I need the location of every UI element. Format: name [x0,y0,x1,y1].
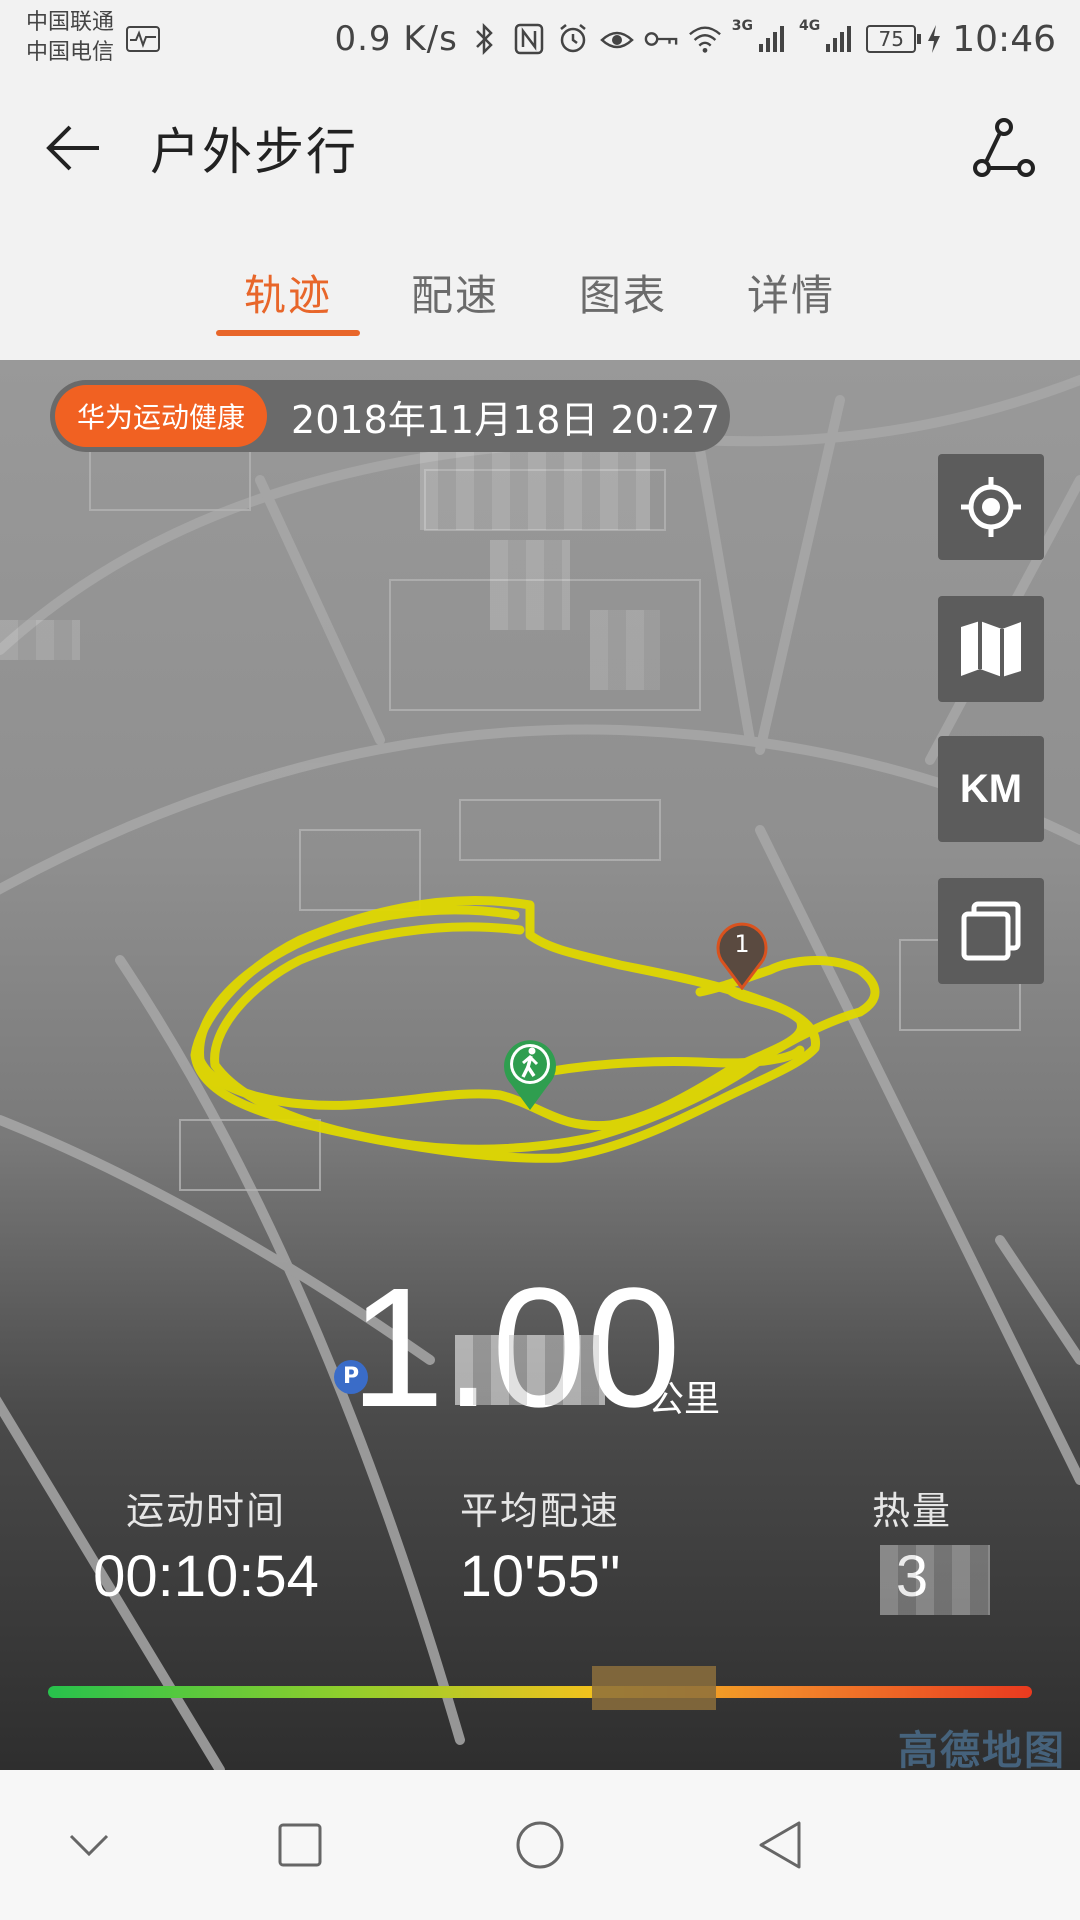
carrier-info: 中国联通 中国电信 [26,8,114,68]
unit-toggle-button[interactable]: KM [938,736,1044,842]
hide-nav-button[interactable] [54,1810,124,1880]
walking-track [190,896,880,1163]
signal-2-label: 4G [799,18,821,34]
redacted-area [0,620,80,660]
carrier-1: 中国联通 [26,10,115,35]
source-badge: 华为运动健康 [55,385,268,447]
tab-details[interactable]: 详情 [706,262,876,323]
parking-icon: P [334,1360,368,1394]
stat-avg-pace: 平均配速 10'55" [380,1480,700,1610]
route-icon [973,118,1035,177]
stat-label: 运动时间 [125,1489,286,1533]
record-source-pill: 华为运动健康 2018年11月18日 20:27 [50,380,730,452]
system-nav-bar [0,1770,1080,1920]
activity-monitor-icon [126,26,160,52]
active-tab-indicator [216,330,360,336]
eye-comfort-icon [599,22,634,56]
recents-button[interactable] [265,1810,335,1880]
wifi-icon [688,22,722,56]
stat-duration: 运动时间 00:10:54 [46,1480,366,1610]
tab-pace[interactable]: 配速 [370,262,540,323]
redacted-area [420,440,650,530]
home-button[interactable] [505,1810,575,1880]
alarm-icon [556,22,590,56]
layers-icon [961,901,1021,961]
app-header: 户外步行 [0,80,1080,210]
stat-value: 00:10:54 [93,1544,319,1609]
signal-strength-icon [822,22,856,56]
circle-icon [516,1821,564,1869]
redacted-area [590,610,660,690]
walker-icon [504,1040,556,1110]
status-icons: 0.9 K/s 3G 4G 75 10:46 [334,14,1056,64]
km-marker[interactable]: 1 [714,920,770,991]
signal-1-label: 3G [731,18,754,34]
tab-track[interactable]: 轨迹 [203,262,373,323]
record-datetime: 2018年11月18日 20:27 [291,397,721,442]
tab-chart[interactable]: 图表 [538,262,708,323]
pace-gradient-bar [48,1686,1032,1698]
locate-button[interactable] [938,454,1044,560]
back-button[interactable] [38,113,108,183]
map-provider-logo: 高德地图 [898,1728,1066,1770]
battery-indicator: 75 [866,25,922,53]
redacted-area [455,1335,605,1405]
status-bar: 中国联通 中国电信 0.9 K/s 3G 4G 75 10:46 [0,0,1080,80]
layers-button[interactable] [938,878,1044,984]
stat-label: 热量 [871,1489,952,1533]
unit-label: KM [959,766,1023,811]
km-marker-label: 1 [734,930,750,958]
map-icon [961,621,1021,677]
redacted-area [490,540,570,630]
redacted-area [592,1666,716,1710]
tab-bar: 轨迹 配速 图表 详情 [0,210,1080,360]
start-marker[interactable] [500,1036,560,1112]
distance-unit: 公里 [648,1379,721,1420]
net-speed: 0.9 K/s [334,19,458,59]
nfc-icon [512,22,546,56]
crosshair-icon [961,477,1021,537]
triangle-back-icon [759,1821,801,1869]
back-arrow-icon [46,125,99,171]
square-icon [278,1823,322,1867]
key-icon [644,22,678,56]
charging-icon [926,22,942,56]
back-nav-button[interactable] [745,1810,815,1880]
route-share-button[interactable] [968,112,1040,184]
stat-label: 平均配速 [459,1489,620,1533]
clock: 10:46 [952,18,1056,60]
map-type-button[interactable] [938,596,1044,702]
redacted-area [880,1545,990,1615]
bluetooth-icon [468,22,502,56]
page-title: 户外步行 [150,123,358,181]
chevron-down-icon [69,1834,109,1857]
track-map[interactable]: 华为运动健康 2018年11月18日 20:27 KM 1 1.00 公里 [0,360,1080,1770]
carrier-2: 中国电信 [26,40,115,65]
stat-value: 10'55" [459,1544,621,1609]
signal-strength-icon [755,22,789,56]
